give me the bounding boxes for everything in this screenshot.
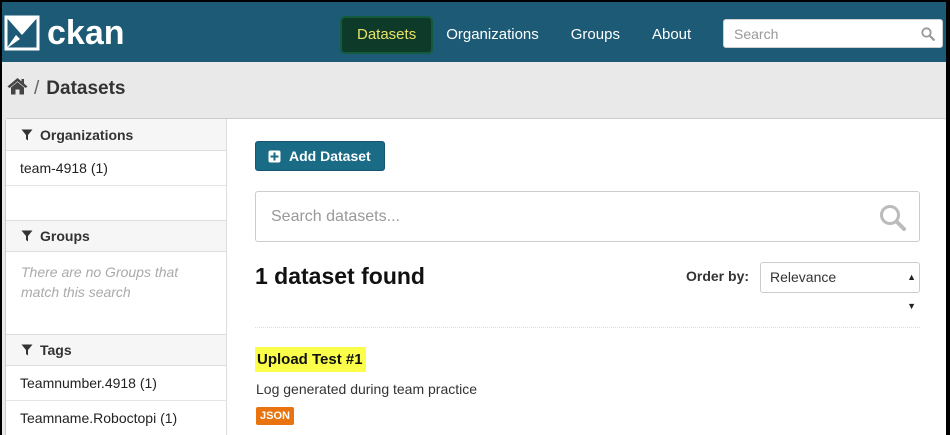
order-by-value: Relevance [770,269,837,285]
search-icon[interactable] [879,204,906,236]
main-nav: Datasets Organizations Groups About [336,18,710,52]
header-search [723,19,943,48]
facet-heading-groups: Groups [6,220,226,252]
filter-icon [21,344,33,356]
masthead: ckan Datasets Organizations Groups About [2,2,946,62]
format-badge[interactable]: JSON [256,407,294,425]
logo-text: ckan [47,14,125,52]
ckan-logo[interactable]: ckan [4,15,125,51]
results-count: 1 dataset found [255,263,425,289]
facet-sidebar: Organizations team-4918 (1) Groups There… [6,119,227,435]
facet-heading-organizations: Organizations [6,119,226,151]
main-content: Add Dataset 1 dataset found Order by: Re… [255,119,935,435]
order-by-select[interactable]: Relevance ▲ ▼ [760,262,920,311]
facet-item-tag[interactable]: Teamname.Roboctopi (1) [6,401,226,435]
nav-about[interactable]: About [639,18,704,52]
home-icon[interactable] [7,77,28,101]
breadcrumb: / Datasets [7,77,126,101]
dropdown-caret-icon: ▲ ▼ [907,272,916,311]
order-by-label: Order by: [686,268,750,284]
breadcrumb-separator: / [34,78,40,99]
add-dataset-button[interactable]: Add Dataset [255,141,385,171]
nav-organizations[interactable]: Organizations [433,18,552,52]
plus-square-icon [268,150,281,162]
facet-title: Organizations [40,126,134,143]
dataset-description: Log generated during team practice [256,381,478,397]
facet-item-tag[interactable]: Teamnumber.4918 (1) [6,366,226,401]
page: ckan Datasets Organizations Groups About [2,2,946,435]
search-icon[interactable] [921,27,935,46]
header-search-input[interactable] [724,20,914,47]
divider [255,327,920,328]
dataset-title-link[interactable]: Upload Test #1 [255,347,366,372]
facet-title: Groups [40,228,90,244]
add-dataset-label: Add Dataset [289,148,371,164]
ckan-logo-icon [4,15,40,51]
facet-item-organization[interactable]: team-4918 (1) [6,151,226,186]
facet-empty-message: There are no Groups that match this sear… [6,252,226,334]
nav-datasets[interactable]: Datasets [342,18,432,52]
filter-icon [21,129,33,140]
nav-groups[interactable]: Groups [558,18,633,52]
dataset-search-input[interactable] [256,192,856,241]
facet-heading-tags: Tags [6,334,226,366]
filter-icon [21,230,33,242]
facet-title: Tags [40,342,72,358]
breadcrumb-current[interactable]: Datasets [46,78,125,100]
facet-spacer [6,186,226,220]
dataset-search [255,191,920,242]
content-wrapper: Organizations team-4918 (1) Groups There… [5,118,946,435]
